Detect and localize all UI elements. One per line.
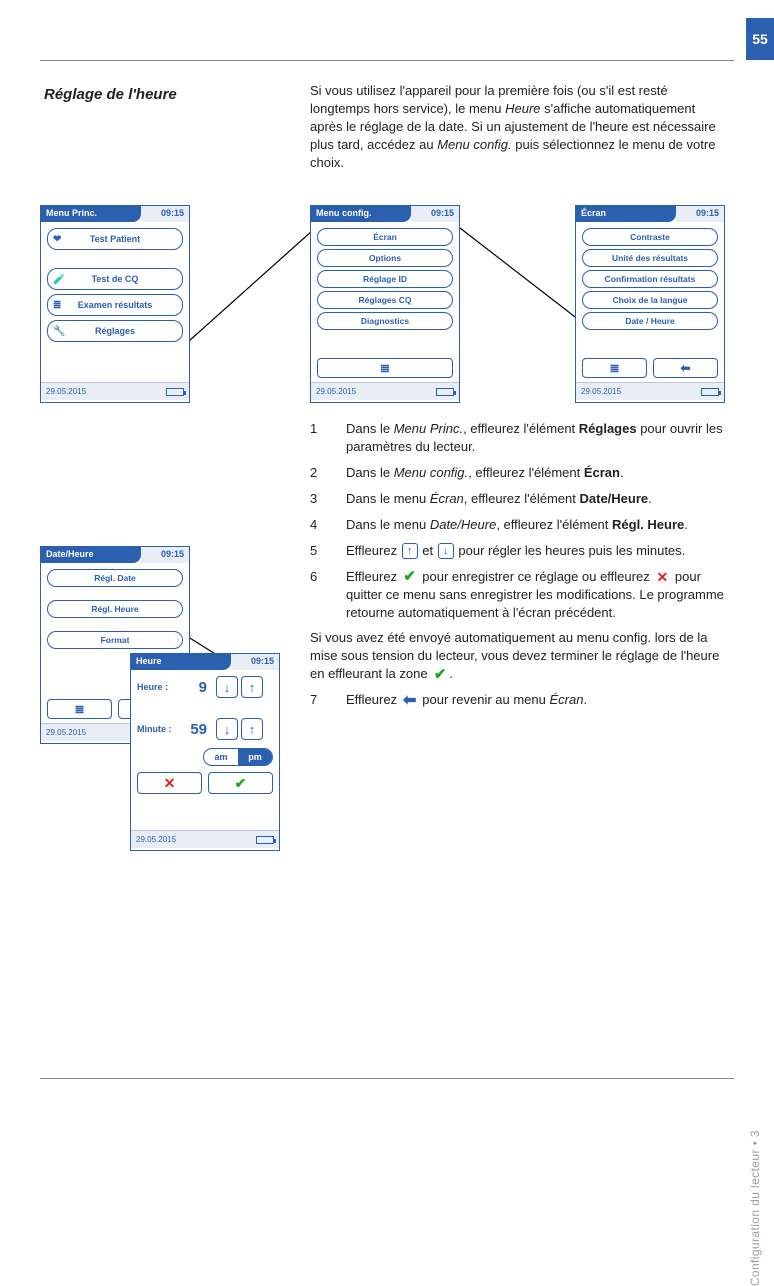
step: 2Dans le Menu config., effleurez l'éléme… xyxy=(310,464,726,482)
minute-down-button[interactable]: ↓ xyxy=(216,718,238,740)
menu-item-ecran[interactable]: Écran xyxy=(317,228,453,246)
device-title: Écran xyxy=(576,206,676,222)
device-date: 29.05.2015 xyxy=(316,387,356,396)
device-date: 29.05.2015 xyxy=(136,835,176,844)
menu-item-reglage-id[interactable]: Réglage ID xyxy=(317,270,453,288)
ampm-toggle[interactable]: am pm xyxy=(203,748,273,766)
back-button[interactable]: ⬅ xyxy=(653,358,718,378)
minute-label: Minute : xyxy=(137,724,177,734)
side-chapter-label: Configuration du lecteur • 3 xyxy=(748,1130,762,1286)
hour-value: 9 xyxy=(177,679,207,696)
device-clock: 09:15 xyxy=(141,547,189,563)
device-clock: 09:15 xyxy=(676,206,724,222)
list-icon: ≣ xyxy=(53,300,61,311)
device-menu-princ: Menu Princ. 09:15 ❤Test Patient 🧪Test de… xyxy=(40,205,190,403)
menu-item-regl-heure[interactable]: Régl. Heure xyxy=(47,600,183,618)
step: 6Effleurez ✔ pour enregistrer ce réglage… xyxy=(310,568,726,622)
page-number-tab: 55 xyxy=(746,18,774,60)
device-title: Heure xyxy=(131,654,231,670)
bottom-rule xyxy=(40,1078,734,1079)
device-clock: 09:15 xyxy=(411,206,459,222)
step-number: 5 xyxy=(310,542,346,560)
intro-paragraph: Si vous utilisez l'appareil pour la prem… xyxy=(310,82,726,172)
step-number: 2 xyxy=(310,464,346,482)
wrench-icon: 🔧 xyxy=(53,326,65,337)
step: 3Dans le menu Écran, effleurez l'élément… xyxy=(310,490,726,508)
device-ecran: Écran 09:15 Contraste Unité des résultat… xyxy=(575,205,725,403)
menu-item-contraste[interactable]: Contraste xyxy=(582,228,718,246)
menu-item-examen-resultats[interactable]: ≣Examen résultats xyxy=(47,294,183,316)
menu-item-test-cq[interactable]: 🧪Test de CQ xyxy=(47,268,183,290)
menu-item-options[interactable]: Options xyxy=(317,249,453,267)
step-text: Dans le menu Écran, effleurez l'élément … xyxy=(346,490,726,508)
menu-item-reglages[interactable]: 🔧Réglages xyxy=(47,320,183,342)
step-text: Effleurez ↑ et ↓ pour régler les heures … xyxy=(346,542,726,560)
step-number: 1 xyxy=(310,420,346,456)
menu-item-reglages-cq[interactable]: Réglages CQ xyxy=(317,291,453,309)
steps-block: 1Dans le Menu Princ., effleurez l'élémen… xyxy=(310,420,726,717)
device-title: Menu Princ. xyxy=(41,206,141,222)
menu-item-langue[interactable]: Choix de la langue xyxy=(582,291,718,309)
device-clock: 09:15 xyxy=(141,206,189,222)
pm-option[interactable]: pm xyxy=(238,749,272,765)
step: 4Dans le menu Date/Heure, effleurez l'él… xyxy=(310,516,726,534)
confirm-button[interactable]: ✔ xyxy=(208,772,273,794)
device-date: 29.05.2015 xyxy=(46,387,86,396)
step-text: Effleurez ✔ pour enregistrer ce réglage … xyxy=(346,568,726,622)
device-title: Menu config. xyxy=(311,206,411,222)
vial-icon: 🧪 xyxy=(53,274,65,285)
battery-icon xyxy=(436,388,454,396)
battery-icon xyxy=(166,388,184,396)
menu-item-date-heure[interactable]: Date / Heure xyxy=(582,312,718,330)
step-number: 7 xyxy=(310,691,346,709)
device-date: 29.05.2015 xyxy=(581,387,621,396)
minute-value: 59 xyxy=(177,721,207,738)
step-text: Effleurez ⬅ pour revenir au menu Écran. xyxy=(346,691,726,709)
step-text: Dans le menu Date/Heure, effleurez l'élé… xyxy=(346,516,726,534)
menu-item-format[interactable]: Format xyxy=(47,631,183,649)
menu-item-test-patient[interactable]: ❤Test Patient xyxy=(47,228,183,250)
step-number: 6 xyxy=(310,568,346,622)
list-view-button[interactable]: ≣ xyxy=(582,358,647,378)
cancel-button[interactable]: ✕ xyxy=(137,772,202,794)
device-clock: 09:15 xyxy=(231,654,279,670)
hour-label: Heure : xyxy=(137,682,177,692)
top-rule xyxy=(40,60,734,61)
battery-icon xyxy=(256,836,274,844)
menu-item-confirmation-resultats[interactable]: Confirmation résultats xyxy=(582,270,718,288)
minute-up-button[interactable]: ↑ xyxy=(241,718,263,740)
list-view-button[interactable]: ≣ xyxy=(317,358,453,378)
am-option[interactable]: am xyxy=(204,749,238,765)
paragraph-after-step6: Si vous avez été envoyé automatiquement … xyxy=(310,629,726,683)
step-text: Dans le Menu config., effleurez l'élémen… xyxy=(346,464,726,482)
menu-item-unite-resultats[interactable]: Unité des résultats xyxy=(582,249,718,267)
menu-item-regl-date[interactable]: Régl. Date xyxy=(47,569,183,587)
hour-up-button[interactable]: ↑ xyxy=(241,676,263,698)
step: 5Effleurez ↑ et ↓ pour régler les heures… xyxy=(310,542,726,560)
step-number: 3 xyxy=(310,490,346,508)
device-date: 29.05.2015 xyxy=(46,728,86,737)
list-view-button[interactable]: ≣ xyxy=(47,699,112,719)
device-menu-config: Menu config. 09:15 Écran Options Réglage… xyxy=(310,205,460,403)
device-heure: Heure 09:15 Heure : 9 ↓ ↑ Minute : 59 ↓ … xyxy=(130,653,280,851)
step-text: Dans le Menu Princ., effleurez l'élément… xyxy=(346,420,726,456)
droplet-icon: ❤ xyxy=(53,234,61,245)
step: 1Dans le Menu Princ., effleurez l'élémen… xyxy=(310,420,726,456)
section-heading: Réglage de l'heure xyxy=(44,86,177,103)
step-number: 4 xyxy=(310,516,346,534)
menu-item-diagnostics[interactable]: Diagnostics xyxy=(317,312,453,330)
hour-down-button[interactable]: ↓ xyxy=(216,676,238,698)
device-title: Date/Heure xyxy=(41,547,141,563)
battery-icon xyxy=(701,388,719,396)
